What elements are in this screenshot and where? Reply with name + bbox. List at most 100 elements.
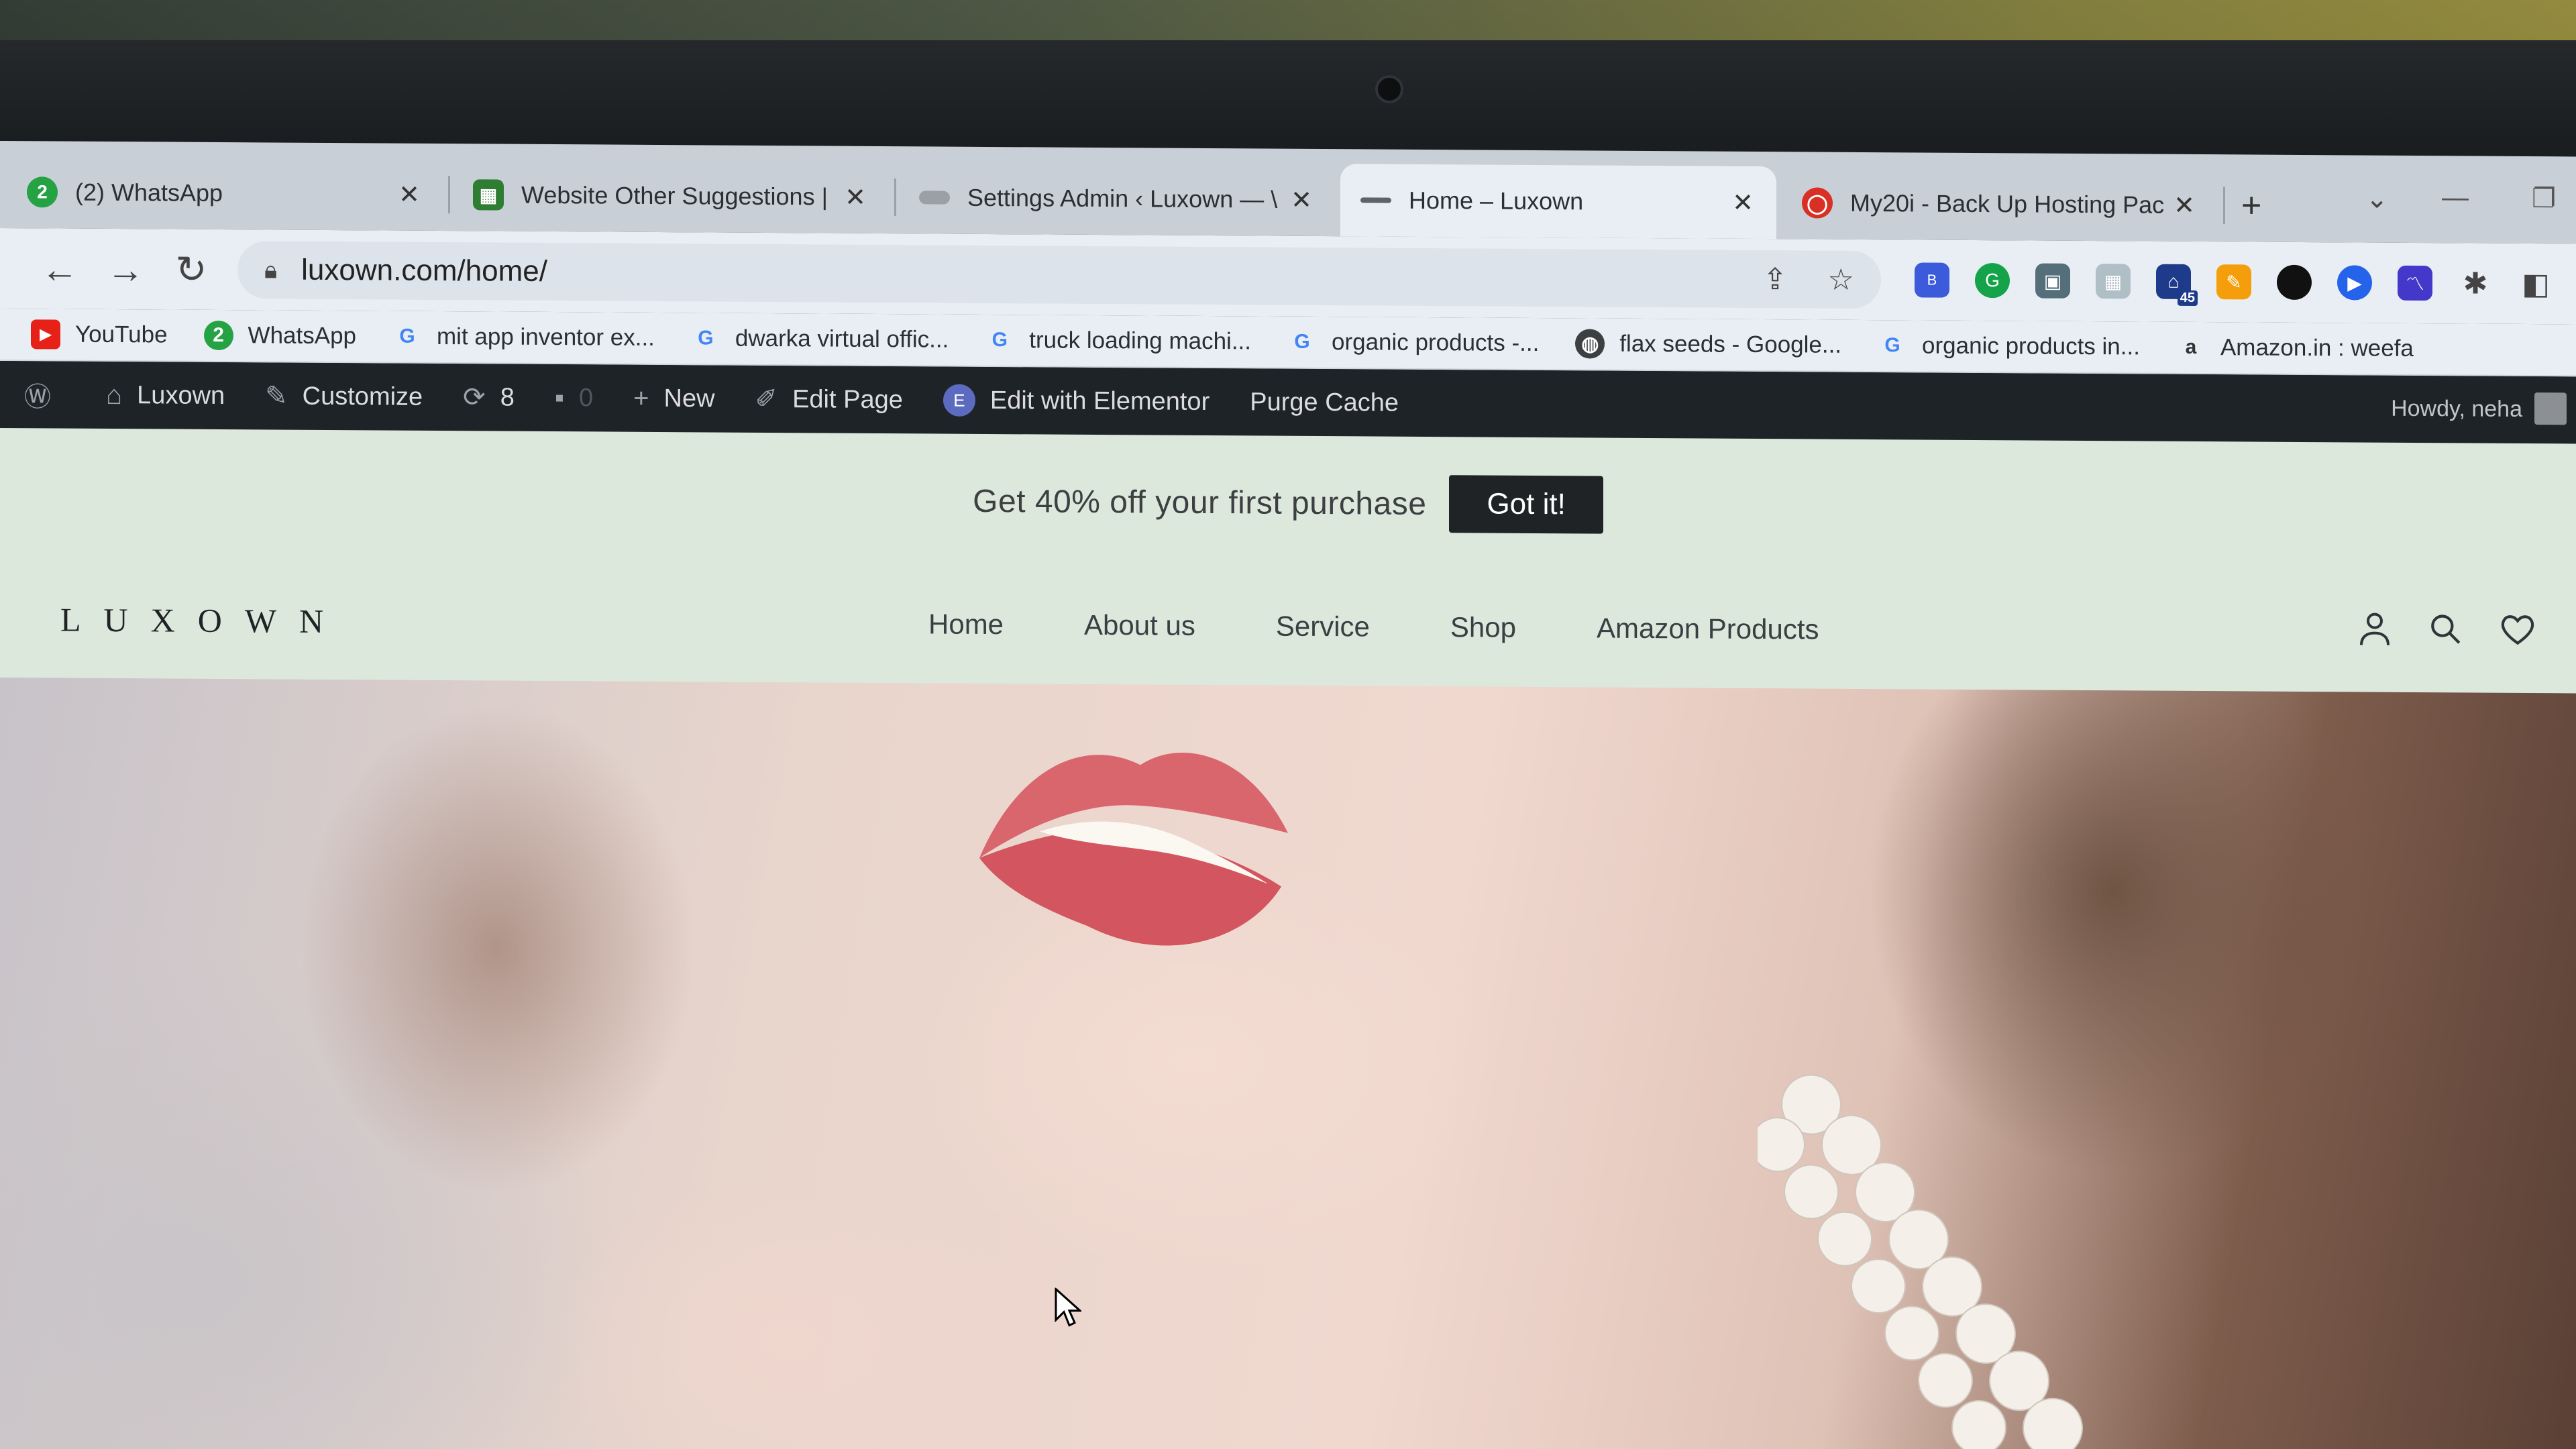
extension-badge-count: 45 [2177,290,2198,307]
minimize-icon[interactable]: — [2442,182,2469,213]
promo-text: Get 40% off your first purchase [973,483,1427,522]
main-menu: Home About us Service Shop Amazon Produc… [928,608,1819,645]
wp-comments-count: 0 [579,383,594,412]
bookmark-dwarka[interactable]: G dwarka virtual offic... [691,323,949,354]
side-panel-icon[interactable]: ◧ [2518,266,2553,301]
tab-title: My20i - Back Up Hosting Pac [1850,189,2165,219]
youtube-icon: ▶ [31,319,60,350]
wp-site-link[interactable]: ⌂ Luxown [106,380,225,411]
url-text: luxown.com/home/ [301,253,547,288]
close-icon[interactable]: ✕ [2171,190,2198,220]
whatsapp-icon: 2 [203,320,233,351]
avatar[interactable] [2534,392,2567,425]
restore-icon[interactable]: ❐ [2532,183,2556,214]
share-icon[interactable]: ⇪ [1763,262,1788,297]
grammarly-icon[interactable]: G [1975,262,2010,299]
bookmark-label: dwarka virtual offic... [735,325,949,353]
account-icon[interactable] [2359,611,2391,654]
laptop-screen: 2 (2) WhatsApp ✕ ▦ Website Other Suggest… [0,0,2576,1449]
tab-whatsapp[interactable]: 2 (2) WhatsApp ✕ [7,156,443,231]
back-icon[interactable]: ← [27,247,93,291]
extension-chart-icon[interactable]: 〽 [2398,265,2432,301]
amazon-icon: a [2185,335,2197,359]
pencil-icon: ✐ [755,384,778,415]
wp-purge-cache[interactable]: Purge Cache [1250,388,1399,417]
google-icon: G [991,329,1008,352]
extension-badge-icon[interactable]: ⌂ 45 [2156,264,2198,307]
wp-logo[interactable]: Ⓦ [24,375,66,414]
bookmark-amazon[interactable]: a Amazon.in : weefa [2176,333,2414,364]
bookmark-label: organic products -... [1332,329,1540,357]
extension-grid-icon[interactable]: ▦ [2096,264,2131,299]
bookmark-label: YouTube [75,321,168,348]
bookmark-label: flax seeds - Google... [1619,330,1842,358]
site-header: LUXOWN Home About us Service Shop Amazon… [0,562,2576,692]
wp-updates[interactable]: ⟳ 8 [463,382,515,413]
tab-settings-admin[interactable]: Settings Admin ‹ Luxown — \ ✕ [899,161,1335,236]
tab-title: Website Other Suggestions | [521,180,828,211]
brush-icon: ✎ [265,381,288,411]
close-icon[interactable]: ✕ [842,182,869,212]
reload-icon[interactable]: ↻ [158,247,224,292]
wishlist-heart-icon[interactable] [2500,612,2536,655]
site-logo[interactable]: LUXOWN [60,600,346,641]
extension-b-icon[interactable]: B [1915,262,1949,298]
tab-my20i[interactable]: ◯ My20i - Back Up Hosting Pac ✕ [1782,166,2218,241]
wp-elementor[interactable]: E Edit with Elementor [943,384,1210,418]
forward-icon[interactable]: → [93,247,158,291]
wp-edit-page[interactable]: ✐ Edit Page [755,384,903,415]
wordpress-icon: Ⓦ [24,382,51,413]
tab-home-luxown[interactable]: Home – Luxown ✕ [1340,164,1776,239]
page-icon [1360,197,1391,203]
tab-search-icon[interactable]: ⌄ [2365,184,2388,215]
tab-separator [448,176,450,214]
search-icon[interactable] [2428,612,2462,655]
tab-title: (2) WhatsApp [75,178,223,207]
puzzle-icon[interactable]: ✱ [2458,266,2493,301]
menu-item-home[interactable]: Home [928,608,1004,641]
wp-comments[interactable]: ▪ 0 [555,383,593,413]
extension-play-icon[interactable]: ▶ [2337,265,2372,301]
tab-website-suggestions[interactable]: ▦ Website Other Suggestions | ✕ [453,158,889,233]
google-icon: G [1294,330,1310,353]
menu-item-shop[interactable]: Shop [1450,611,1516,644]
close-icon[interactable]: ✕ [1288,184,1315,215]
tab-title: Home – Luxown [1409,186,1584,215]
menu-item-amazon-products[interactable]: Amazon Products [1597,612,1819,646]
hero-image [0,678,2576,1449]
bookmark-youtube[interactable]: ▶ YouTube [31,319,168,350]
bookmark-flax[interactable]: ◍ flax seeds - Google... [1575,329,1841,360]
extension-dark-icon[interactable] [2277,264,2312,301]
new-tab-button[interactable]: + [2241,185,2261,225]
extension-box-icon[interactable]: ▣ [2035,263,2070,299]
bookmark-label: mit app inventor ex... [437,323,655,351]
bookmark-organic-in[interactable]: G organic products in... [1878,331,2140,362]
tab-strip: 2 (2) WhatsApp ✕ ▦ Website Other Suggest… [0,141,2576,244]
browser-window: 2 (2) WhatsApp ✕ ▦ Website Other Suggest… [0,141,2576,1449]
menu-item-about[interactable]: About us [1084,609,1195,642]
wp-customize[interactable]: ✎ Customize [265,380,423,412]
wp-elementor-label: Edit with Elementor [989,386,1210,416]
close-icon[interactable]: ✕ [1729,187,1756,217]
bookmark-truck[interactable]: G truck loading machi... [985,325,1251,356]
bookmark-mit-app[interactable]: G mit app inventor ex... [392,322,655,353]
google-icon: G [698,327,714,350]
close-icon[interactable]: ✕ [396,179,423,209]
tab-separator [894,178,896,217]
tab-title: Settings Admin ‹ Luxown — \ [967,183,1278,213]
menu-item-service[interactable]: Service [1276,610,1370,643]
bookmark-whatsapp[interactable]: 2 WhatsApp [203,320,356,351]
updates-icon: ⟳ [463,382,486,413]
bookmark-star-icon[interactable]: ☆ [1828,262,1854,297]
bookmark-label: organic products in... [1922,332,2140,360]
wp-howdy[interactable]: Howdy, neha [2391,396,2522,423]
bookmark-organic[interactable]: G organic products -... [1287,327,1539,358]
host-icon: ◯ [1802,187,1833,219]
lock-icon[interactable]: 🔒︎ [264,256,277,284]
browser-toolbar: ← → ↻ 🔒︎ luxown.com/home/ ⇪ ☆ B G ▣ ▦ ⌂ 4… [0,228,2576,325]
extension-pencil-icon[interactable]: ✎ [2216,264,2251,300]
address-bar[interactable]: 🔒︎ luxown.com/home/ ⇪ ☆ [237,241,1881,309]
wp-new[interactable]: + New [633,383,714,414]
got-it-button[interactable]: Got it! [1449,475,1603,534]
wp-updates-count: 8 [500,383,515,412]
